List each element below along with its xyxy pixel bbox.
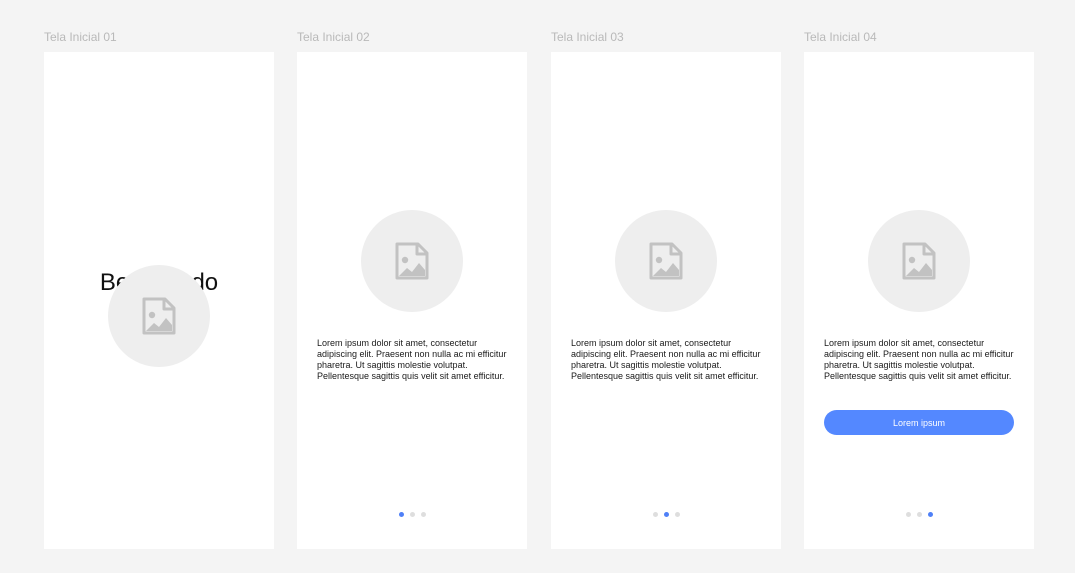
pagination-dot[interactable] bbox=[674, 512, 680, 517]
pagination-dots bbox=[297, 512, 527, 517]
pagination-dots bbox=[551, 512, 781, 517]
pagination-dot[interactable] bbox=[652, 512, 658, 517]
pagination-dot-active[interactable] bbox=[398, 512, 404, 517]
image-placeholder-icon bbox=[649, 242, 683, 280]
pagination-dot[interactable] bbox=[905, 512, 911, 517]
onboarding-description: Lorem ipsum dolor sit amet, consectetur … bbox=[571, 338, 761, 381]
frame-label-tela-inicial-02: Tela Inicial 02 bbox=[297, 30, 370, 44]
pagination-dot[interactable] bbox=[409, 512, 415, 517]
frame-label-tela-inicial-04: Tela Inicial 04 bbox=[804, 30, 877, 44]
image-placeholder bbox=[615, 210, 717, 312]
frame-label-tela-inicial-03: Tela Inicial 03 bbox=[551, 30, 624, 44]
image-placeholder bbox=[868, 210, 970, 312]
image-placeholder bbox=[361, 210, 463, 312]
onboarding-screen-4: Lorem ipsum dolor sit amet, consectetur … bbox=[804, 52, 1034, 549]
lorem-ipsum-button[interactable]: Lorem ipsum bbox=[824, 410, 1014, 435]
frame-label-tela-inicial-01: Tela Inicial 01 bbox=[44, 30, 117, 44]
pagination-dot[interactable] bbox=[420, 512, 426, 517]
image-placeholder-icon bbox=[142, 297, 176, 335]
pagination-dot[interactable] bbox=[916, 512, 922, 517]
image-placeholder bbox=[108, 265, 210, 367]
onboarding-screen-2: Lorem ipsum dolor sit amet, consectetur … bbox=[297, 52, 527, 549]
onboarding-description: Lorem ipsum dolor sit amet, consectetur … bbox=[317, 338, 507, 381]
onboarding-screen-1: Bem-Vindo bbox=[44, 52, 274, 549]
onboarding-description: Lorem ipsum dolor sit amet, consectetur … bbox=[824, 338, 1014, 381]
onboarding-screen-3: Lorem ipsum dolor sit amet, consectetur … bbox=[551, 52, 781, 549]
pagination-dot-active[interactable] bbox=[927, 512, 933, 517]
image-placeholder-icon bbox=[395, 242, 429, 280]
pagination-dots bbox=[804, 512, 1034, 517]
pagination-dot-active[interactable] bbox=[663, 512, 669, 517]
image-placeholder-icon bbox=[902, 242, 936, 280]
